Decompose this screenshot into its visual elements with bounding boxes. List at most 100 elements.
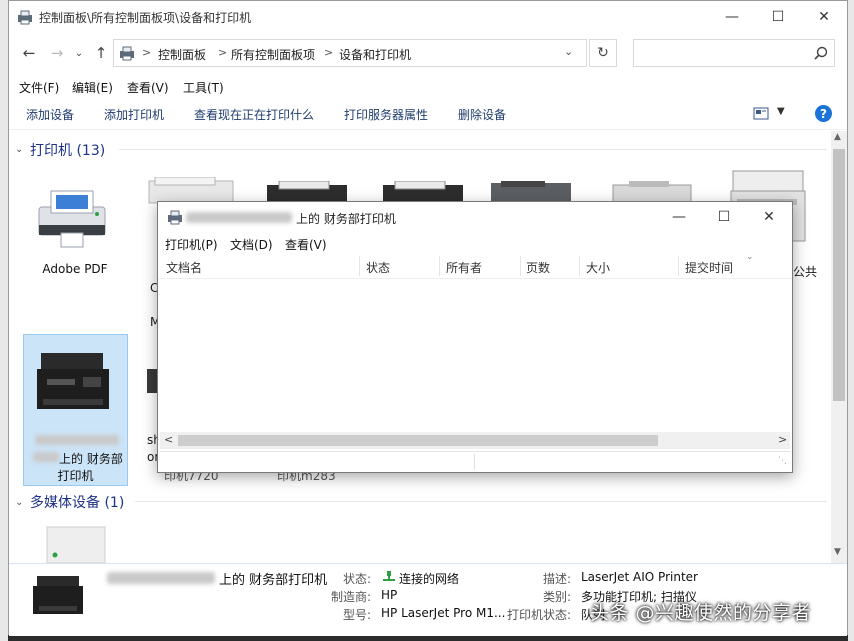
network-icon [383, 571, 395, 581]
printer-status-label: 打印机状态: [507, 608, 572, 622]
queue-menu-printer[interactable]: 打印机(P) [165, 236, 218, 253]
print-queue-window: 上的 财务部打印机 — ☐ ✕ 打印机(P) 文档(D) 查看(V) 文档名 状… [157, 201, 793, 473]
maximize-button[interactable]: ☐ [755, 1, 801, 33]
laserjet-mfp-icon [37, 353, 109, 409]
selected-device-label[interactable]: 上的 财务部 [59, 450, 123, 467]
watermark-text: 头条 @兴趣使然的分享者 [590, 602, 812, 624]
menu-bar: 文件(F) 编辑(E) 查看(V) 工具(T) [9, 75, 847, 97]
queue-column-header: 文档名 状态 所有者 页数 大小 提交时间 ⌄ [158, 252, 792, 279]
printer-icon [38, 190, 106, 248]
model-value: HP LaserJet Pro M1... [381, 606, 506, 620]
group-collapse-chevron-icon[interactable]: ⌄ [15, 497, 23, 508]
title-bar: 控制面板\所有控制面板项\设备和打印机 — ☐ ✕ [9, 1, 847, 33]
printer-folder-icon [18, 10, 32, 25]
scrollbar-thumb[interactable] [833, 149, 845, 401]
queue-minimize-button[interactable]: — [656, 202, 702, 232]
printers-group-header[interactable]: 打印机 (13) [30, 140, 105, 160]
print-server-properties-button[interactable]: 打印服务器属性 [344, 106, 428, 123]
column-divider[interactable] [439, 256, 440, 276]
status-value: 连接的网络 [399, 572, 460, 586]
menu-edit[interactable]: 编辑(E) [72, 79, 113, 96]
scroll-right-arrow-icon[interactable]: > [778, 433, 787, 446]
recent-locations-chevron-icon[interactable]: ⌄ [69, 43, 89, 63]
navigation-bar: ← → ⌄ ↑ > 控制面板 > 所有控制面板项 > 设备和打印机 ⌄ ↻ [9, 35, 847, 71]
group-divider [135, 501, 827, 502]
scroll-down-arrow-icon[interactable]: ▼ [834, 547, 841, 557]
column-pages[interactable]: 页数 [526, 259, 550, 276]
breadcrumb-separator-icon: > [324, 46, 334, 59]
close-button[interactable]: ✕ [801, 1, 847, 33]
queue-close-button[interactable]: ✕ [746, 202, 792, 232]
address-bar[interactable]: > 控制面板 > 所有控制面板项 > 设备和打印机 ⌄ [113, 39, 587, 67]
refresh-icon[interactable]: ↻ [589, 39, 617, 67]
up-arrow-icon[interactable]: ↑ [91, 43, 111, 63]
queue-scrollbar-thumb[interactable] [178, 435, 658, 446]
column-divider[interactable] [579, 256, 580, 276]
column-status[interactable]: 状态 [366, 259, 390, 276]
menu-tools[interactable]: 工具(T) [183, 79, 224, 96]
view-options-dropdown-icon[interactable]: ▼ [777, 106, 785, 117]
group-divider [119, 149, 827, 150]
queue-menu-view[interactable]: 查看(V) [285, 236, 327, 253]
group-collapse-chevron-icon[interactable]: ⌄ [15, 144, 23, 155]
desktop-left-edge [0, 0, 8, 641]
help-icon[interactable]: ? [815, 105, 832, 122]
back-arrow-icon[interactable]: ← [19, 43, 39, 63]
sort-chevron-icon: ⌄ [746, 252, 754, 262]
device-label-adobe-pdf[interactable]: Adobe PDF [25, 262, 125, 276]
add-printer-button[interactable]: 添加打印机 [104, 106, 164, 123]
desktop-right-edge [848, 0, 854, 641]
command-toolbar: 添加设备 添加打印机 查看现在正在打印什么 打印服务器属性 删除设备 ▼ ? [9, 99, 847, 130]
media-device-icon [46, 526, 106, 563]
breadcrumb-separator-icon: > [142, 46, 152, 59]
remove-device-button[interactable]: 删除设备 [458, 106, 506, 123]
status-label: 状态: [343, 572, 372, 586]
description-label: 描述: [543, 572, 572, 586]
queue-document-list[interactable] [160, 280, 790, 430]
device-label-partial[interactable]: 公共 [793, 263, 817, 280]
menu-file[interactable]: 文件(F) [19, 79, 59, 96]
column-owner[interactable]: 所有者 [446, 259, 482, 276]
see-whats-printing-button[interactable]: 查看现在正在打印什么 [194, 106, 314, 123]
column-divider[interactable] [359, 256, 360, 276]
scroll-up-arrow-icon[interactable]: ▲ [834, 132, 841, 142]
column-divider[interactable] [520, 256, 521, 276]
column-document-name[interactable]: 文档名 [166, 259, 202, 276]
media-group-header[interactable]: 多媒体设备 (1) [30, 492, 124, 512]
breadcrumb-all-items[interactable]: 所有控制面板项 [231, 46, 315, 63]
redacted-host-name [35, 435, 119, 445]
menu-view[interactable]: 查看(V) [127, 79, 169, 96]
breadcrumb-separator-icon: > [218, 46, 228, 59]
maker-label: 制造商: [331, 590, 372, 604]
forward-arrow-icon[interactable]: → [47, 43, 67, 63]
selected-device-label-line2[interactable]: 打印机 [23, 467, 128, 484]
printer-icon [168, 210, 182, 225]
queue-menu-document[interactable]: 文档(D) [230, 236, 273, 253]
resize-grip-icon[interactable]: ⋱ [778, 456, 787, 466]
queue-status-bar: ⋱ [160, 451, 790, 472]
breadcrumb-devices-printers[interactable]: 设备和打印机 [339, 46, 411, 63]
control-panel-icon [120, 46, 134, 61]
minimize-button[interactable]: — [709, 1, 755, 33]
redacted-host-name [186, 212, 292, 223]
add-device-button[interactable]: 添加设备 [26, 106, 74, 123]
queue-maximize-button[interactable]: ☐ [701, 202, 747, 232]
window-title: 控制面板\所有控制面板项\设备和打印机 [39, 11, 252, 25]
scroll-left-arrow-icon[interactable]: < [164, 433, 173, 446]
status-divider [474, 454, 475, 470]
queue-window-title: 上的 财务部打印机 [296, 212, 396, 226]
category-label: 类别: [543, 590, 572, 604]
details-device-name: 上的 财务部打印机 [219, 573, 328, 588]
column-submitted[interactable]: 提交时间 [685, 259, 733, 276]
address-dropdown-chevron-icon[interactable]: ⌄ [564, 45, 573, 58]
breadcrumb-control-panel[interactable]: 控制面板 [158, 46, 206, 63]
redacted-host-name [33, 452, 59, 462]
column-divider[interactable] [678, 256, 679, 276]
description-value: LaserJet AIO Printer [581, 570, 698, 584]
laserjet-mfp-icon [33, 576, 83, 614]
search-icon [814, 46, 828, 60]
maker-value: HP [381, 588, 398, 602]
change-view-icon[interactable] [753, 107, 769, 120]
column-size[interactable]: 大小 [586, 259, 610, 276]
search-input[interactable] [633, 39, 835, 67]
